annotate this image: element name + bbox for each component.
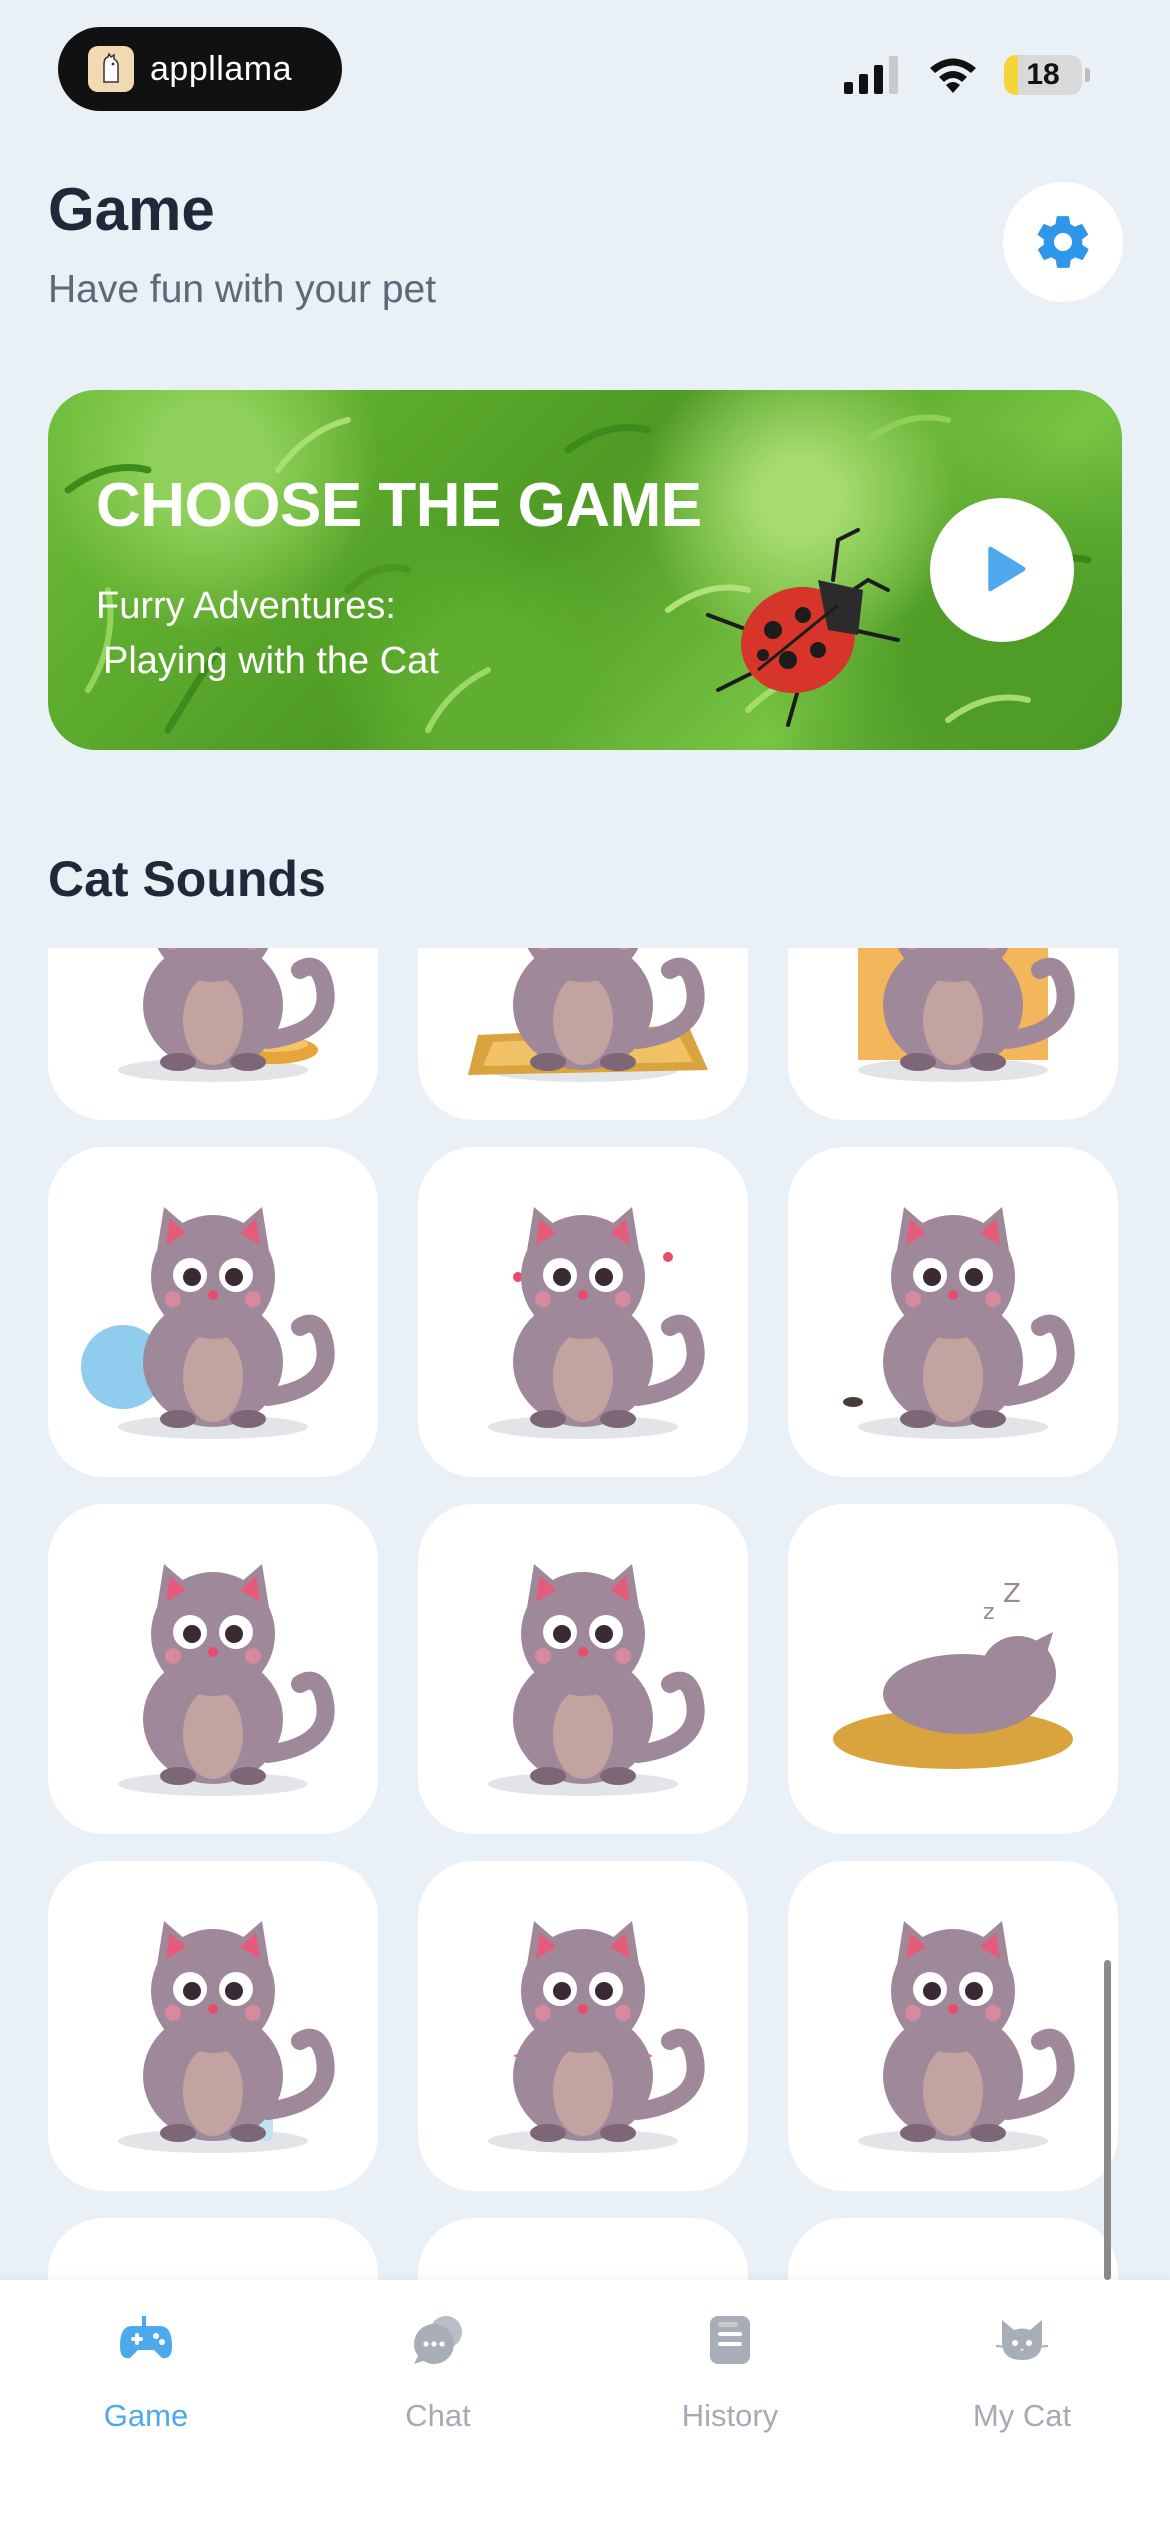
- ladybug-image: [706, 528, 900, 727]
- cat-sticker-image: [118, 1564, 335, 1796]
- cat-sticker-image: [858, 1921, 1075, 2153]
- banner-subtitle-line2: Playing with the Cat: [103, 640, 439, 682]
- gear-icon: [1037, 216, 1089, 268]
- cat-sound-tile-cat-crying[interactable]: [48, 1504, 378, 1834]
- play-button[interactable]: [930, 498, 1074, 642]
- cat-sticker-image: [81, 1207, 335, 1439]
- llama-logo-icon: [88, 46, 134, 92]
- section-title: Cat Sounds: [48, 851, 326, 907]
- signal-icon: [844, 56, 898, 94]
- status-icons: 18: [844, 55, 1090, 95]
- tab-game[interactable]: Game: [36, 2310, 256, 2450]
- cat-sticker-image: [843, 1207, 1075, 1439]
- play-icon: [988, 546, 1026, 592]
- tab-my-cat[interactable]: My Cat: [912, 2310, 1132, 2450]
- chat-icon: [408, 2310, 468, 2370]
- cat-sticker-image: [468, 948, 708, 1082]
- page-title: Game: [48, 176, 215, 243]
- svg-text:z: z: [983, 1600, 995, 1625]
- cat-sound-tile[interactable]: [418, 2218, 748, 2280]
- cat-sticker-image: [488, 1207, 705, 1439]
- tab-history[interactable]: History: [620, 2310, 840, 2450]
- cat-sticker-image: [488, 1921, 705, 2153]
- cat-sound-tile[interactable]: [48, 2218, 378, 2280]
- cat-sound-tile-cat-excited[interactable]: [418, 1147, 748, 1477]
- tab-bar: Game Chat History My Cat: [0, 2280, 1170, 2532]
- banner-subtitle-line1: Furry Adventures:: [96, 585, 396, 627]
- choose-game-banner[interactable]: CHOOSE THE GAME Furry Adventures: Playin…: [48, 390, 1122, 750]
- tab-label: My Cat: [972, 2398, 1072, 2433]
- brand-pill: appllama: [58, 27, 342, 111]
- cat-sound-tile-cat-sausage[interactable]: [418, 1504, 748, 1834]
- cat-sound-tile-cat-box[interactable]: [788, 948, 1118, 1120]
- gamepad-icon: [116, 2310, 176, 2370]
- settings-button[interactable]: [1003, 182, 1123, 302]
- cat-sound-tile-cat-fishbowl[interactable]: [48, 1147, 378, 1477]
- status-bar: appllama 18: [0, 0, 1170, 140]
- history-icon: [700, 2310, 760, 2370]
- cat-sounds-grid[interactable]: zZ: [0, 948, 1170, 2280]
- cat-sound-tile-cat-sleeping[interactable]: zZ: [788, 1504, 1118, 1834]
- battery-indicator: 18: [1004, 55, 1082, 95]
- cat-icon: [992, 2310, 1052, 2370]
- scrollbar[interactable]: [1104, 1960, 1111, 2280]
- cat-sound-tile-cat-yawning[interactable]: [788, 1861, 1118, 2191]
- tab-label: Chat: [405, 2398, 471, 2433]
- tab-label: History: [681, 2398, 779, 2433]
- wifi-icon: [930, 58, 976, 93]
- battery-fill: [1004, 55, 1019, 95]
- cat-sticker-image: [858, 948, 1075, 1082]
- tab-chat[interactable]: Chat: [328, 2310, 548, 2450]
- cat-sticker-image: zZ: [833, 1579, 1073, 1769]
- cat-sound-tile-cat-pillow[interactable]: [418, 948, 748, 1120]
- banner-title: CHOOSE THE GAME: [96, 471, 702, 540]
- cat-sticker-image: [118, 1921, 335, 2153]
- tab-label: Game: [103, 2398, 189, 2433]
- brand-name: appllama: [150, 49, 292, 88]
- cat-sticker-image: [488, 1564, 705, 1796]
- svg-text:Z: Z: [1003, 1579, 1021, 1609]
- cat-sticker-image: [118, 948, 335, 1082]
- page-subtitle: Have fun with your pet: [48, 268, 437, 311]
- battery-level-text: 18: [1026, 58, 1060, 91]
- cat-sound-tile-cat-bowl[interactable]: [48, 948, 378, 1120]
- cat-sound-tile-cat-bowtie[interactable]: [418, 1861, 748, 2191]
- cat-sound-tile[interactable]: [788, 2218, 1118, 2280]
- battery-cap: [1085, 68, 1090, 82]
- cat-sound-tile-cat-milk-spill[interactable]: [48, 1861, 378, 2191]
- cat-sound-tile-cat-mouse[interactable]: [788, 1147, 1118, 1477]
